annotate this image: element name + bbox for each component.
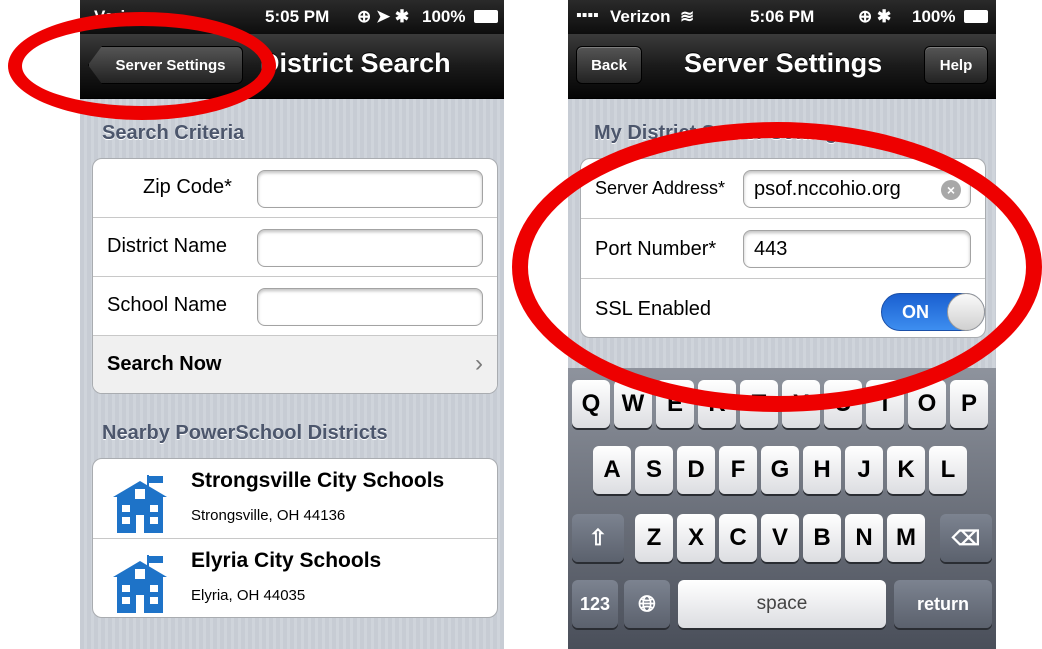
key-x[interactable]: X [677, 514, 715, 562]
key-z[interactable]: Z [635, 514, 673, 562]
clock: 5:05 PM [265, 7, 330, 26]
key-n[interactable]: N [845, 514, 883, 562]
school-building-icon [113, 475, 167, 533]
district-list-item[interactable]: Elyria City Schools Elyria, OH 44035 [93, 539, 497, 617]
key-g[interactable]: G [761, 446, 799, 494]
key-k[interactable]: K [887, 446, 925, 494]
key-c[interactable]: C [719, 514, 757, 562]
zip-code-row: Zip Code* [93, 159, 497, 218]
district-list-item[interactable]: Strongsville City Schools Strongsville, … [93, 459, 497, 539]
school-name-input[interactable] [257, 288, 483, 326]
key-h[interactable]: H [803, 446, 841, 494]
numbers-key[interactable]: 123 [572, 580, 618, 628]
globe-icon[interactable]: 🌐︎ [624, 580, 670, 628]
nearby-districts-header: Nearby PowerSchool Districts [102, 422, 388, 444]
district-name-input[interactable] [257, 229, 483, 267]
status-bar: ▪▪▪▪ Verizon ≋ 5:06 PM ⊕ ✱ 100% [568, 0, 996, 34]
battery-icon [964, 10, 988, 23]
key-f[interactable]: F [719, 446, 757, 494]
battery-percent: 100% [912, 7, 956, 26]
key-v[interactable]: V [761, 514, 799, 562]
highlight-ellipse-back-button [8, 12, 276, 120]
search-criteria-group: Zip Code* District Name School Name Sear… [92, 158, 498, 394]
carrier-label: Verizon [610, 7, 671, 26]
battery-icon [474, 10, 498, 23]
search-now-label: Search Now [107, 353, 222, 375]
nearby-districts-group: Strongsville City Schools Strongsville, … [92, 458, 498, 618]
battery-percent: 100% [422, 7, 466, 26]
highlight-ellipse-server-settings [512, 122, 1042, 412]
key-q[interactable]: Q [572, 380, 610, 428]
search-criteria-header: Search Criteria [102, 122, 245, 144]
key-s[interactable]: S [635, 446, 673, 494]
help-button[interactable]: Help [924, 46, 988, 84]
key-b[interactable]: B [803, 514, 841, 562]
nav-bar: Back Server Settings Help [568, 34, 996, 99]
page-title: District Search [260, 48, 451, 78]
school-building-icon [113, 555, 167, 613]
district-location: Elyria, OH 44035 [191, 587, 306, 604]
search-now-row[interactable]: Search Now › [93, 336, 497, 393]
chevron-right-icon: › [475, 350, 483, 377]
school-name-row: School Name [93, 277, 497, 336]
district-name-row: District Name [93, 218, 497, 277]
return-key[interactable]: return [894, 580, 992, 628]
zip-code-label: Zip Code* [143, 176, 232, 198]
district-name: Elyria City Schools [191, 549, 382, 572]
district-name-label: District Name [107, 235, 228, 257]
space-key[interactable]: space [678, 580, 886, 628]
signal-icon: ▪▪▪▪ [576, 7, 599, 24]
delete-key-icon[interactable]: ⌫ [940, 514, 992, 562]
key-j[interactable]: J [845, 446, 883, 494]
district-name: Strongsville City Schools [191, 469, 445, 492]
location-icon: ⊕ ➤ ✱ [357, 7, 410, 26]
key-d[interactable]: D [677, 446, 715, 494]
key-m[interactable]: M [887, 514, 925, 562]
page-title: Server Settings [684, 48, 883, 78]
school-name-label: School Name [107, 294, 228, 316]
key-p[interactable]: P [950, 380, 988, 428]
shift-key-icon[interactable]: ⇧ [572, 514, 624, 562]
zip-code-input[interactable] [257, 170, 483, 208]
wifi-icon: ≋ [680, 7, 695, 26]
district-location: Strongsville, OH 44136 [191, 507, 346, 524]
back-button[interactable]: Back [576, 46, 642, 84]
clock: 5:06 PM [750, 7, 815, 26]
key-a[interactable]: A [593, 446, 631, 494]
rotation-lock-icon: ⊕ ✱ [858, 7, 892, 26]
key-l[interactable]: L [929, 446, 967, 494]
